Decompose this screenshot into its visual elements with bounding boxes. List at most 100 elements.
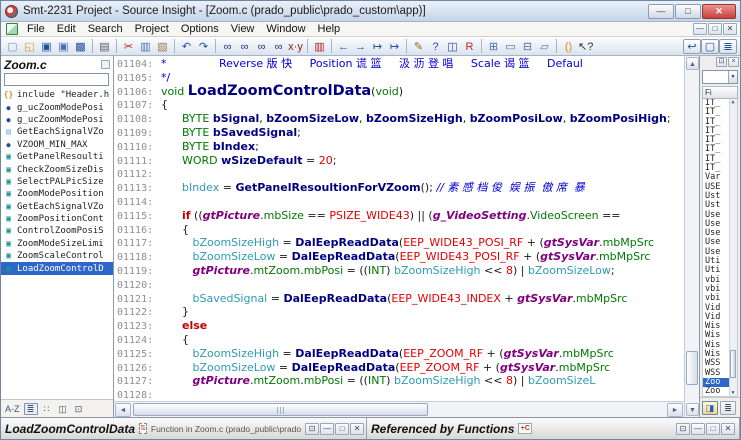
function-tip-button[interactable]: () — [560, 39, 577, 54]
browse-project-symbols-button[interactable]: ◫ — [444, 39, 461, 54]
menu-options[interactable]: Options — [175, 22, 225, 36]
code-line[interactable]: 01108: BYTE bSignal, bZoomSizeLow, bZoom… — [114, 112, 684, 126]
minimize-button[interactable]: — — [320, 423, 334, 435]
code-line[interactable]: 01110: BYTE bIndex; — [114, 140, 684, 154]
context-window-titlebar[interactable]: LoadZoomControlData ⇅ Function in Zoom.c… — [1, 418, 367, 439]
file-item[interactable]: Zoo — [703, 387, 729, 396]
replace-button[interactable]: x·y — [287, 39, 304, 54]
code-editor[interactable]: 01104:* Reverse 版 快 Position 谎 篮 汲 沥 登 唱… — [114, 56, 684, 401]
code-line[interactable]: 01122: } — [114, 305, 684, 319]
context-help-button[interactable]: ↖? — [577, 39, 594, 54]
find-next-button[interactable]: ∞ — [236, 39, 253, 54]
code-line[interactable]: 01120: — [114, 278, 684, 292]
code-line[interactable]: 01113: bIndex = GetPanelResoultionForVZo… — [114, 181, 684, 195]
menu-window[interactable]: Window — [260, 22, 311, 36]
code-line[interactable]: 01107:{ — [114, 98, 684, 112]
panel-handle-icon[interactable] — [101, 60, 110, 69]
find-previous-button[interactable]: ∞ — [253, 39, 270, 54]
mdi-close-button[interactable]: ✕ — [723, 23, 737, 35]
code-line[interactable]: 01127: gtPicture.mtZoom.mbPosi = ((INT) … — [114, 374, 684, 388]
horizontal-split-button[interactable]: ⊟ — [519, 39, 536, 54]
symbol-window-close-button[interactable]: × — [728, 57, 739, 67]
code-line[interactable]: 01128: — [114, 388, 684, 401]
find-button[interactable]: ∞ — [219, 39, 236, 54]
save-file-button[interactable]: ▣ — [38, 39, 55, 54]
symbol-item[interactable]: ▣ZoomPositionCont — [1, 213, 113, 225]
horizontal-scrollbar-thumb[interactable] — [133, 403, 428, 416]
scroll-up-icon[interactable]: ▲ — [686, 57, 699, 70]
symbol-window-properties-button[interactable]: ⊡ — [72, 403, 86, 415]
code-line[interactable]: 01121: bSavedSignal = DalEepReadData(EEP… — [114, 292, 684, 306]
jump-to-definition-button[interactable]: ↦ — [369, 39, 386, 54]
code-line[interactable]: 01104:* Reverse 版 快 Position 谎 篮 汲 沥 登 唱… — [114, 57, 684, 71]
symbol-item[interactable]: ▣ZoomModePosition — [1, 188, 113, 200]
file-filter-combo[interactable]: ▼ — [702, 70, 738, 84]
close-button[interactable]: ✕ — [350, 423, 364, 435]
code-line[interactable]: 01112: — [114, 167, 684, 181]
open-file-button[interactable]: ◱ — [21, 39, 38, 54]
save-as-button[interactable]: ▣ — [55, 39, 72, 54]
code-line[interactable]: 01116: { — [114, 223, 684, 237]
symbol-item[interactable]: {}include "Header.h — [1, 89, 113, 101]
scroll-left-icon[interactable]: ◄ — [115, 403, 131, 417]
relation-window-titlebar[interactable]: Referenced by Functions +C ⊡—□✕ — [367, 418, 740, 439]
vertical-scrollbar[interactable]: ▲ ▼ — [684, 56, 699, 417]
symbol-item[interactable]: ▣SelectPALPicSize — [1, 176, 113, 188]
dock-button[interactable]: ⊡ — [676, 423, 690, 435]
minimize-button[interactable]: — — [691, 423, 705, 435]
file-detail-mode-button[interactable]: ≣ — [720, 401, 736, 415]
go-back-button[interactable]: ← — [335, 39, 352, 54]
maximize-button[interactable]: □ — [706, 423, 720, 435]
code-line[interactable]: 01124: { — [114, 333, 684, 347]
file-list-mode-button[interactable]: ◨ — [702, 401, 718, 415]
code-line[interactable]: 01125: bZoomSizeHigh = DalEepReadData(EE… — [114, 347, 684, 361]
dock-button[interactable]: ⊡ — [305, 423, 319, 435]
context-window-toggle-button[interactable]: ↩ — [683, 39, 701, 54]
vertical-scrollbar-thumb[interactable] — [686, 351, 698, 385]
browse-symbols-button[interactable]: ◫ — [56, 403, 70, 415]
bookmark-button[interactable]: ▥ — [311, 39, 328, 54]
code-line[interactable]: 01114: — [114, 195, 684, 209]
cut-button[interactable]: ✂ — [120, 39, 137, 54]
edit-symbol-button[interactable]: ✎ — [410, 39, 427, 54]
file-list-scrollbar[interactable]: ▲▼ — [729, 99, 737, 396]
code-line[interactable]: 01119: gtPicture.mtZoom.mbPosi = ((INT) … — [114, 264, 684, 278]
menu-help[interactable]: Help — [312, 22, 347, 36]
maximize-button[interactable]: □ — [335, 423, 349, 435]
code-line[interactable]: 01109: BYTE bSavedSignal; — [114, 126, 684, 140]
new-file-button[interactable]: ▢ — [4, 39, 21, 54]
code-line[interactable]: 01126: bZoomSizeLow = DalEepReadData(EEP… — [114, 361, 684, 375]
search-files-button[interactable]: ∞ — [270, 39, 287, 54]
mdi-minimize-button[interactable]: — — [693, 23, 707, 35]
menu-view[interactable]: View — [225, 22, 261, 36]
symbol-item[interactable]: ▣ZoomModeSizeLimi — [1, 238, 113, 250]
relation-window-toggle-button[interactable]: ≣ — [719, 39, 737, 54]
symbol-item[interactable]: ●g_ucZoomModePosi — [1, 114, 113, 126]
chevron-down-icon[interactable]: ▼ — [728, 71, 737, 83]
file-column-header[interactable]: Fi — [702, 86, 738, 99]
symbol-item[interactable]: ▣ZoomScaleControl — [1, 250, 113, 262]
smart-rename-button[interactable]: R — [461, 39, 478, 54]
list-view-button[interactable]: ≣ — [24, 403, 38, 415]
go-forward-button[interactable]: → — [352, 39, 369, 54]
symbol-item[interactable]: ▣ControlZoomPosiS — [1, 225, 113, 237]
symbol-item[interactable]: ▣LoadZoomControlD — [1, 262, 113, 274]
menu-edit[interactable]: Edit — [51, 22, 82, 36]
code-line[interactable]: 01111: WORD wSizeDefault = 20; — [114, 154, 684, 168]
symbol-window-toggle-button[interactable]: ▢ — [701, 39, 719, 54]
maximize-button[interactable]: □ — [675, 4, 701, 19]
sort-alphabetic-button[interactable]: A-Z — [3, 403, 22, 415]
symbol-item[interactable]: ▣GetPanelResoulti — [1, 151, 113, 163]
menu-file[interactable]: File — [21, 22, 51, 36]
code-line[interactable]: 01115: if ((gtPicture.mbSize == PSIZE_WI… — [114, 209, 684, 223]
symbol-item[interactable]: ▤GetEachSignalVZo — [1, 126, 113, 138]
symbol-item[interactable]: ●g_ucZoomModePosi — [1, 101, 113, 113]
symbol-item[interactable]: ▣CheckZoomSizeDis — [1, 163, 113, 175]
code-line[interactable]: 01123: else — [114, 319, 684, 333]
undo-button[interactable]: ↶ — [178, 39, 195, 54]
close-button[interactable]: ✕ — [721, 423, 735, 435]
scroll-up-icon[interactable]: ▲ — [729, 99, 737, 105]
split-window-button[interactable]: ⊞ — [485, 39, 502, 54]
horizontal-scrollbar[interactable]: ◄ ► — [114, 401, 684, 417]
redo-button[interactable]: ↷ — [195, 39, 212, 54]
